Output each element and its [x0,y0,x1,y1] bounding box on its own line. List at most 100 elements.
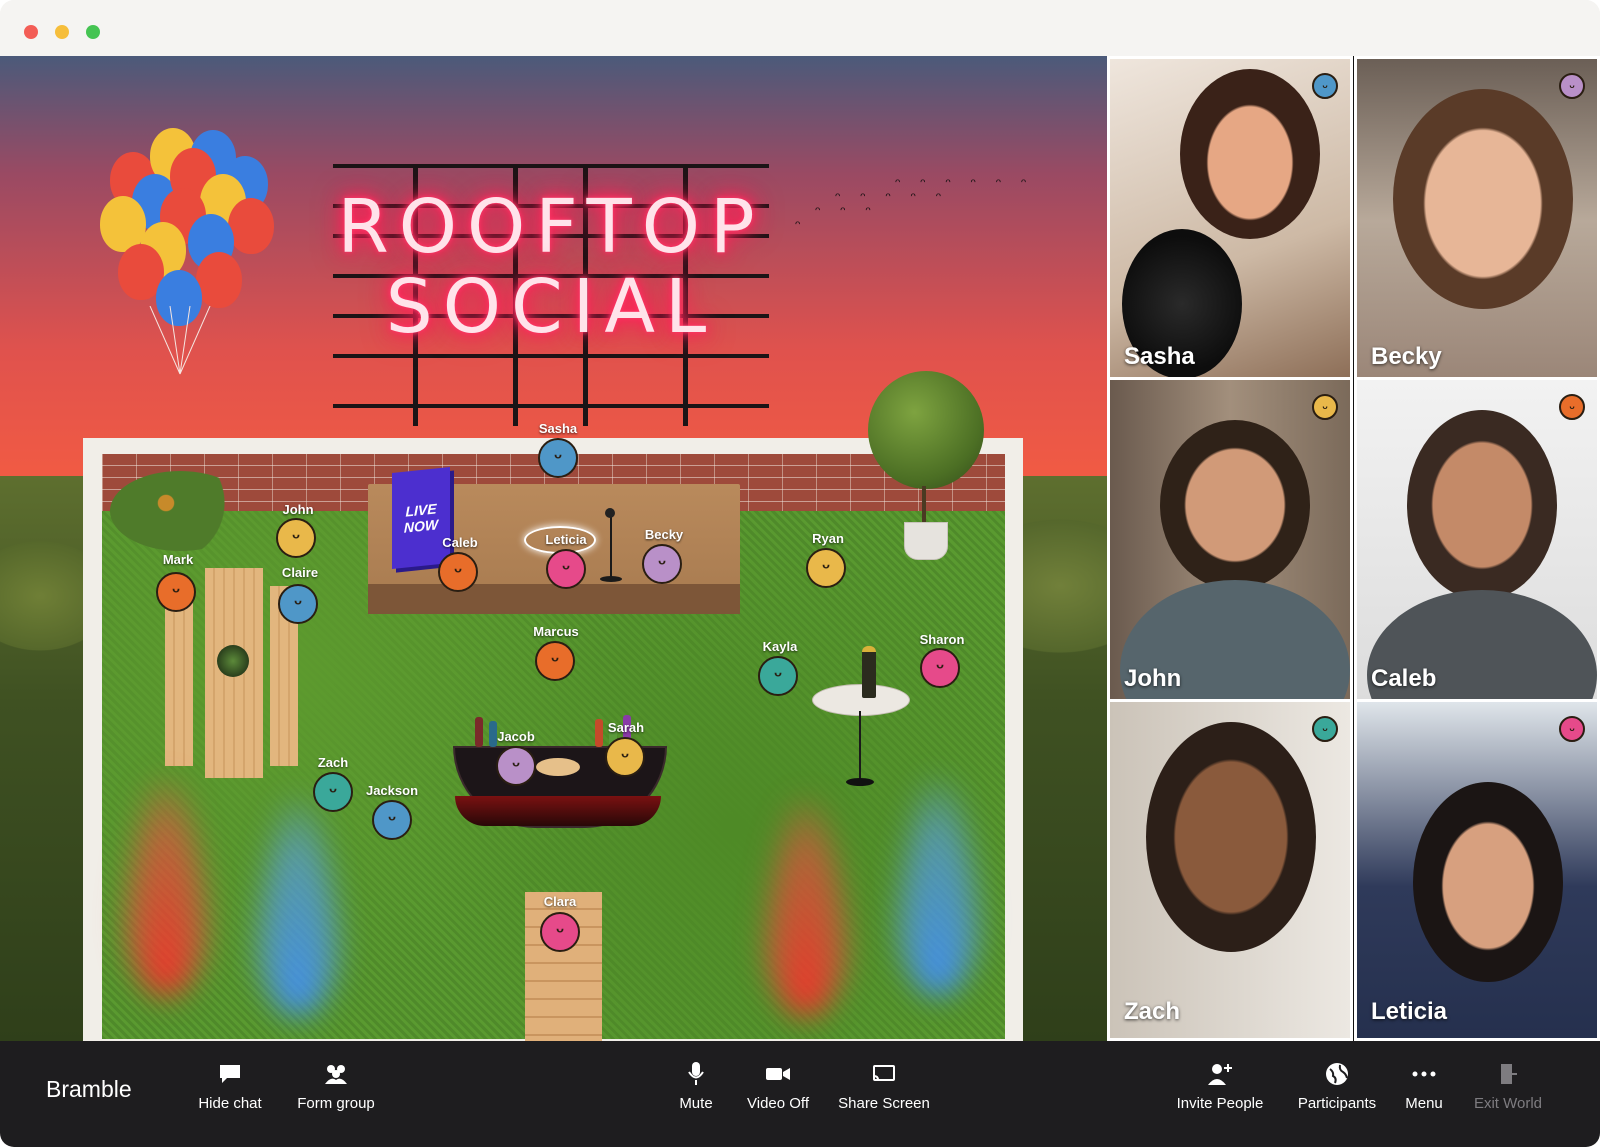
avatar-leticia[interactable]: ᵕ [546,549,586,589]
avatar-jackson[interactable]: ᵕ [372,800,412,840]
avatar-sasha[interactable]: ᵕ [538,438,578,478]
avatar-marcus[interactable]: ᵕ [535,641,575,681]
tile-name-caleb: Caleb [1371,665,1437,692]
tile-name-sasha: Sasha [1124,343,1195,370]
avatar-zach[interactable]: ᵕ [313,772,353,812]
tile-name-leticia: Leticia [1371,998,1448,1025]
minimize-window-button[interactable] [55,25,69,39]
avatar-becky[interactable]: ᵕ [642,544,682,584]
form-group-label: Form group [297,1095,375,1112]
video-tile-zach[interactable]: ᵕ Zach [1107,699,1353,1041]
avatar-label-zach: Zach [317,755,349,770]
chat-bubble-icon [217,1061,243,1087]
video-camera-icon [765,1061,791,1087]
avatar-label-leticia: Leticia [545,532,587,547]
brand-logo: Bramble [46,1076,132,1102]
table-plant [217,645,249,677]
menu-button[interactable]: Menu [1400,1061,1448,1112]
tree-pot [904,522,948,560]
tile-name-zach: Zach [1124,998,1181,1025]
video-off-button[interactable]: Video Off [740,1061,816,1112]
avatar-mark[interactable]: ᵕ [156,572,196,612]
avatar-label-ryan: Ryan [812,531,844,546]
flower-bush [110,471,250,551]
avatar-label-caleb: Caleb [442,535,478,550]
avatar-sharon[interactable]: ᵕ [920,648,960,688]
cocktail-table [812,684,910,716]
champagne-bottle-icon [862,646,876,698]
avatar-label-becky: Becky [644,527,684,542]
participants-label: Participants [1297,1095,1377,1112]
avatar-label-sarah: Sarah [607,720,645,735]
menu-label: Menu [1405,1095,1443,1112]
avatar-badge-leticia: ᵕ [1559,716,1585,742]
avatar-clara[interactable]: ᵕ [540,912,580,952]
microphone-icon [687,1061,705,1087]
mute-button[interactable]: Mute [671,1061,721,1112]
avatar-caleb[interactable]: ᵕ [438,552,478,592]
share-screen-button[interactable]: Share Screen [834,1061,934,1112]
avatar-kayla[interactable]: ᵕ [758,656,798,696]
avatar-label-marcus: Marcus [533,624,579,639]
exit-world-button[interactable]: Exit World [1466,1061,1550,1112]
balloon-strings [149,306,211,375]
video-tile-becky[interactable]: ᵕ Becky [1354,56,1600,386]
microphone-stand-icon [610,514,612,578]
cast-screen-icon [871,1061,897,1087]
globe-icon [1325,1061,1349,1087]
zoom-window-button[interactable] [86,25,100,39]
title-bar [0,0,1600,56]
avatar-claire[interactable]: ᵕ [278,584,318,624]
video-tile-leticia[interactable]: ᵕ Leticia [1354,699,1600,1041]
avatar-label-sharon: Sharon [919,632,965,647]
avatar-label-clara: Clara [543,894,577,909]
avatar-badge-sasha: ᵕ [1312,73,1338,99]
video-tile-john[interactable]: ᵕ John [1107,377,1353,708]
video-tile-caleb[interactable]: ᵕ Caleb [1354,377,1600,708]
sign-text-rooftop: ROOFTOP [337,184,765,270]
snack-plate [536,758,580,776]
avatar-label-john: John [282,502,314,517]
video-tile-sasha[interactable]: ᵕ Sasha [1107,56,1353,386]
avatar-label-jacob: Jacob [497,729,535,744]
microphone-icon [605,508,615,518]
mute-label: Mute [679,1095,713,1112]
invite-people-button[interactable]: Invite People [1172,1061,1268,1112]
participants-button[interactable]: Participants [1290,1061,1384,1112]
avatar-label-jackson: Jackson [365,783,419,798]
invite-people-label: Invite People [1176,1095,1264,1112]
group-icon [321,1061,351,1087]
avatar-label-mark: Mark [162,552,194,567]
video-grid: ᵕ Sasha ᵕ Becky ᵕ John ᵕ Caleb ᵕ Zach ᵕ [1107,56,1600,1041]
app-window: ᵔ ᵔ ᵔ ᵔ ᵔ ᵔ ᵔ ᵔ ᵔ ᵔ ᵔ ᵔ ᵔ ᵔ ᵔ ROOFTOP SO… [0,0,1600,1147]
live-now-sign: LIVE NOW [392,466,450,570]
bench-left [165,586,193,766]
avatar-sarah[interactable]: ᵕ [605,737,645,777]
tile-name-becky: Becky [1371,343,1442,370]
video-off-label: Video Off [747,1095,809,1112]
exit-door-icon [1498,1061,1518,1087]
avatar-label-claire: Claire [281,565,319,580]
avatar-badge-john: ᵕ [1312,394,1338,420]
avatar-label-sasha: Sasha [538,421,578,436]
avatar-jacob[interactable]: ᵕ [496,746,536,786]
rooftop-world-map[interactable]: ᵔ ᵔ ᵔ ᵔ ᵔ ᵔ ᵔ ᵔ ᵔ ᵔ ᵔ ᵔ ᵔ ᵔ ᵔ ROOFTOP SO… [0,56,1108,1041]
red-spotlight-right [758,796,854,1016]
avatar-john[interactable]: ᵕ [276,518,316,558]
live-now-line2: NOW [403,516,439,536]
exit-world-label: Exit World [1473,1095,1543,1112]
birds-decoration: ᵔ ᵔ ᵔ ᵔ ᵔ ᵔ ᵔ ᵔ ᵔ ᵔ ᵔ ᵔ ᵔ ᵔ ᵔ [795,175,1035,233]
hide-chat-button[interactable]: Hide chat [193,1061,267,1112]
avatar-badge-zach: ᵕ [1312,716,1338,742]
blue-spotlight-right [890,776,986,996]
share-screen-label: Share Screen [838,1095,930,1112]
avatar-badge-becky: ᵕ [1559,73,1585,99]
avatar-ryan[interactable]: ᵕ [806,548,846,588]
avatar-label-kayla: Kayla [762,639,798,654]
avatar-badge-caleb: ᵕ [1559,394,1585,420]
topiary-tree [868,371,984,489]
form-group-button[interactable]: Form group [289,1061,383,1112]
sign-text-social: SOCIAL [385,264,717,350]
add-person-icon [1206,1061,1234,1087]
close-window-button[interactable] [24,25,38,39]
